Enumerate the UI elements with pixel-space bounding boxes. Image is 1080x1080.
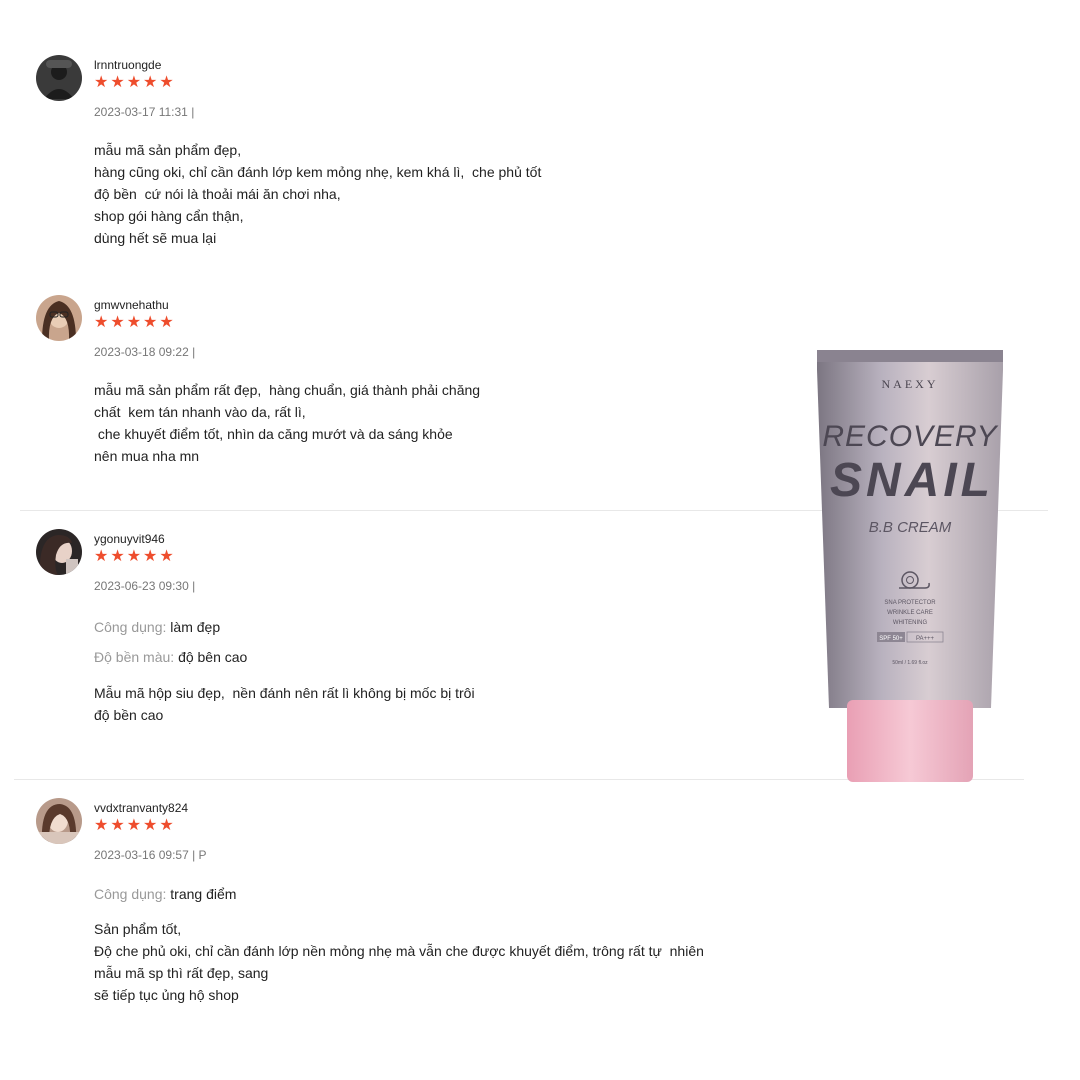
- review-text: Sản phẩm tốt, Độ che phủ oki, chỉ cần đá…: [94, 921, 704, 1003]
- review-item: vvdxtranvanty824 ★★★★★ 2023-03-16 09:57 …: [36, 798, 816, 1018]
- review-attributes: Công dụng: làm đẹp Độ bền màu: độ bên ca…: [94, 615, 247, 675]
- attribute-value: độ bên cao: [178, 649, 248, 665]
- attribute-row: Công dụng: làm đẹp: [94, 615, 247, 645]
- avatar[interactable]: [36, 55, 82, 101]
- review-timestamp: 2023-03-18 09:22 |: [94, 345, 196, 359]
- product-claim-1: SNA PROTECTOR: [884, 600, 936, 606]
- review-username[interactable]: vvdxtranvanty824: [94, 801, 188, 815]
- attribute-row: Độ bền màu: độ bên cao: [94, 645, 247, 675]
- review-text: Mẫu mã hộp siu đẹp, nền đánh nên rất lì …: [94, 685, 475, 723]
- attribute-row: Công dụng: trang điểm: [94, 882, 236, 912]
- attribute-label: Công dụng:: [94, 886, 167, 902]
- product-pa: PA+++: [916, 636, 935, 642]
- attribute-value: trang điểm: [170, 886, 237, 902]
- bb-cream-tube-image: NAEXY RECOVERY SNAIL B.B CREAM SNA PROTE…: [817, 350, 1003, 782]
- rating-stars: ★★★★★: [94, 817, 176, 834]
- review-text: mẫu mã sản phẩm rất đẹp, hàng chuẩn, giá…: [94, 382, 481, 464]
- review-timestamp: 2023-03-16 09:57 | P: [94, 848, 207, 862]
- review-item: ygonuyvit946 ★★★★★ 2023-06-23 09:30 | Cô…: [36, 529, 736, 749]
- product-spf: SPF 50+: [879, 636, 903, 642]
- product-claim-2: WRINKLE CARE: [887, 610, 933, 616]
- product-name-line2: SNAIL: [830, 454, 994, 507]
- avatar[interactable]: [36, 798, 82, 844]
- product-name-line3: B.B CREAM: [869, 519, 952, 536]
- review-attributes: Công dụng: trang điểm: [94, 882, 236, 912]
- review-username[interactable]: ygonuyvit946: [94, 532, 165, 546]
- attribute-value: làm đẹp: [170, 619, 221, 635]
- rating-stars: ★★★★★: [94, 548, 176, 565]
- review-item: lrnntruongde ★★★★★ 2023-03-17 11:31 | mẫ…: [36, 55, 736, 255]
- product-claim-3: WHITENING: [893, 620, 928, 626]
- rating-stars: ★★★★★: [94, 314, 176, 331]
- rating-stars: ★★★★★: [94, 74, 176, 91]
- avatar[interactable]: [36, 529, 82, 575]
- product-volume: 50ml / 1.69 fl.oz: [892, 660, 928, 666]
- review-username[interactable]: lrnntruongde: [94, 58, 161, 72]
- product-name-line1: RECOVERY: [822, 420, 998, 453]
- product-brand: NAEXY: [882, 377, 939, 391]
- review-item: gmwvnehathu ★★★★★ 2023-03-18 09:22 | mẫu…: [36, 295, 736, 485]
- review-text: mẫu mã sản phẩm đẹp, hàng cũng oki, chỉ …: [94, 142, 542, 246]
- review-username[interactable]: gmwvnehathu: [94, 298, 169, 312]
- review-timestamp: 2023-06-23 09:30 |: [94, 579, 196, 593]
- attribute-label: Độ bền màu:: [94, 649, 175, 665]
- review-product-photo[interactable]: NAEXY RECOVERY SNAIL B.B CREAM SNA PROTE…: [815, 348, 1005, 782]
- attribute-label: Công dụng:: [94, 619, 167, 635]
- review-timestamp: 2023-03-17 11:31 |: [94, 105, 195, 119]
- avatar[interactable]: [36, 295, 82, 341]
